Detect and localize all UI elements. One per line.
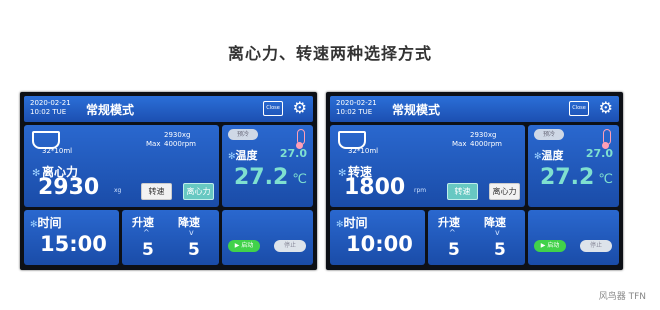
param-unit: xg [114, 187, 122, 194]
max-g: 2930xg [164, 131, 191, 139]
speed-panel[interactable]: 32*10ml 2930xg Max 4000rpm ✻ 离心力 2930 xg … [24, 125, 219, 207]
precool-button[interactable]: 预冷 [228, 129, 258, 140]
stop-button[interactable]: 停止 [274, 240, 306, 252]
mode-title: 常规模式 [86, 103, 135, 117]
control-panel: ▶ 启动 停止 [528, 210, 619, 265]
max-label: Max [146, 140, 161, 148]
thermometer-icon [602, 129, 611, 149]
temp-setpoint: 27.0 [279, 147, 307, 160]
time-value[interactable]: 10:00 [346, 232, 413, 256]
centrifuge-screen-speed: 2020-02-21 10:02 TUE 常规模式 Close ⚙ 32*10m… [326, 92, 623, 270]
max-rpm: 4000rpm [470, 140, 502, 148]
time-title: ✻时间 [336, 214, 368, 231]
control-panel: ▶ 启动 停止 [222, 210, 313, 265]
accel-value[interactable]: 5 [448, 240, 460, 260]
footer-watermark: 风鸟器 TFN [598, 292, 646, 302]
thermometer-icon [296, 129, 305, 149]
centrifuge-screen-force: 2020-02-21 10:02 TUE 常规模式 Close ⚙ 32*10m… [20, 92, 317, 270]
mode-title: 常规模式 [392, 103, 441, 117]
temp-title-text: 温度 [235, 149, 258, 162]
temperature-panel[interactable]: 预冷 ✻温度 27.0 27.2 ℃ [222, 125, 313, 207]
ramp-panel[interactable]: 升速 降速 ^ v 5 5 [428, 210, 525, 265]
max-g: 2930xg [470, 131, 497, 139]
max-rpm: 4000rpm [164, 140, 196, 148]
date-text: 2020-02-21 [30, 99, 71, 107]
decel-value[interactable]: 5 [494, 240, 506, 260]
speed-toggle-button[interactable]: 转速 [447, 183, 478, 200]
temp-value: 27.2 [540, 165, 595, 190]
ramp-panel[interactable]: 升速 降速 ^ v 5 5 [122, 210, 219, 265]
param-value[interactable]: 1800 [344, 175, 405, 200]
settings-dot-icon: ✻ [336, 220, 344, 230]
rotor-spec: 32*10ml [348, 147, 379, 155]
start-button[interactable]: ▶ 启动 [228, 240, 260, 252]
temp-title: ✻温度 [534, 147, 564, 163]
speed-panel[interactable]: 32*10ml 2930xg Max 4000rpm ✻ 转速 1800 rpm … [330, 125, 525, 207]
temp-title: ✻温度 [228, 147, 258, 163]
temp-unit: ℃ [292, 172, 307, 187]
chevron-down-icon: v [495, 228, 500, 237]
time-panel[interactable]: ✻时间 10:00 [330, 210, 425, 265]
top-bar: 2020-02-21 10:02 TUE 常规模式 Close ⚙ [330, 96, 619, 122]
time-value[interactable]: 15:00 [40, 232, 107, 256]
time-title-text: 时间 [37, 216, 62, 230]
gear-icon[interactable]: ⚙ [599, 99, 613, 117]
time-text: 10:02 TUE [336, 108, 373, 116]
rotor-spec: 32*10ml [42, 147, 73, 155]
max-label: Max [452, 140, 467, 148]
settings-dot-icon: ✻ [30, 220, 38, 230]
speed-toggle-button[interactable]: 转速 [141, 183, 172, 200]
param-unit: rpm [414, 187, 427, 194]
settings-dot-icon: ✻ [228, 152, 236, 162]
temperature-panel[interactable]: 预冷 ✻温度 27.0 27.2 ℃ [528, 125, 619, 207]
gear-icon[interactable]: ⚙ [293, 99, 307, 117]
temp-title-text: 温度 [541, 149, 564, 162]
temp-unit: ℃ [598, 172, 613, 187]
time-title: ✻时间 [30, 214, 62, 231]
chevron-up-icon: ^ [449, 228, 456, 237]
start-button[interactable]: ▶ 启动 [534, 240, 566, 252]
settings-dot-icon: ✻ [534, 152, 542, 162]
decel-value[interactable]: 5 [188, 240, 200, 260]
datetime: 2020-02-21 10:02 TUE [30, 99, 71, 117]
close-button[interactable]: Close [263, 101, 283, 116]
top-bar: 2020-02-21 10:02 TUE 常规模式 Close ⚙ [24, 96, 313, 122]
temp-value: 27.2 [234, 165, 289, 190]
accel-value[interactable]: 5 [142, 240, 154, 260]
datetime: 2020-02-21 10:02 TUE [336, 99, 377, 117]
chevron-down-icon: v [189, 228, 194, 237]
precool-button[interactable]: 预冷 [534, 129, 564, 140]
date-text: 2020-02-21 [336, 99, 377, 107]
page-caption: 离心力、转速两种选择方式 [227, 44, 432, 63]
time-text: 10:02 TUE [30, 108, 67, 116]
close-button[interactable]: Close [569, 101, 589, 116]
stop-button[interactable]: 停止 [580, 240, 612, 252]
time-panel[interactable]: ✻时间 15:00 [24, 210, 119, 265]
param-value[interactable]: 2930 [38, 175, 99, 200]
force-toggle-button[interactable]: 离心力 [489, 183, 520, 200]
time-title-text: 时间 [343, 216, 368, 230]
temp-setpoint: 27.0 [585, 147, 613, 160]
force-toggle-button[interactable]: 离心力 [183, 183, 214, 200]
chevron-up-icon: ^ [143, 228, 150, 237]
